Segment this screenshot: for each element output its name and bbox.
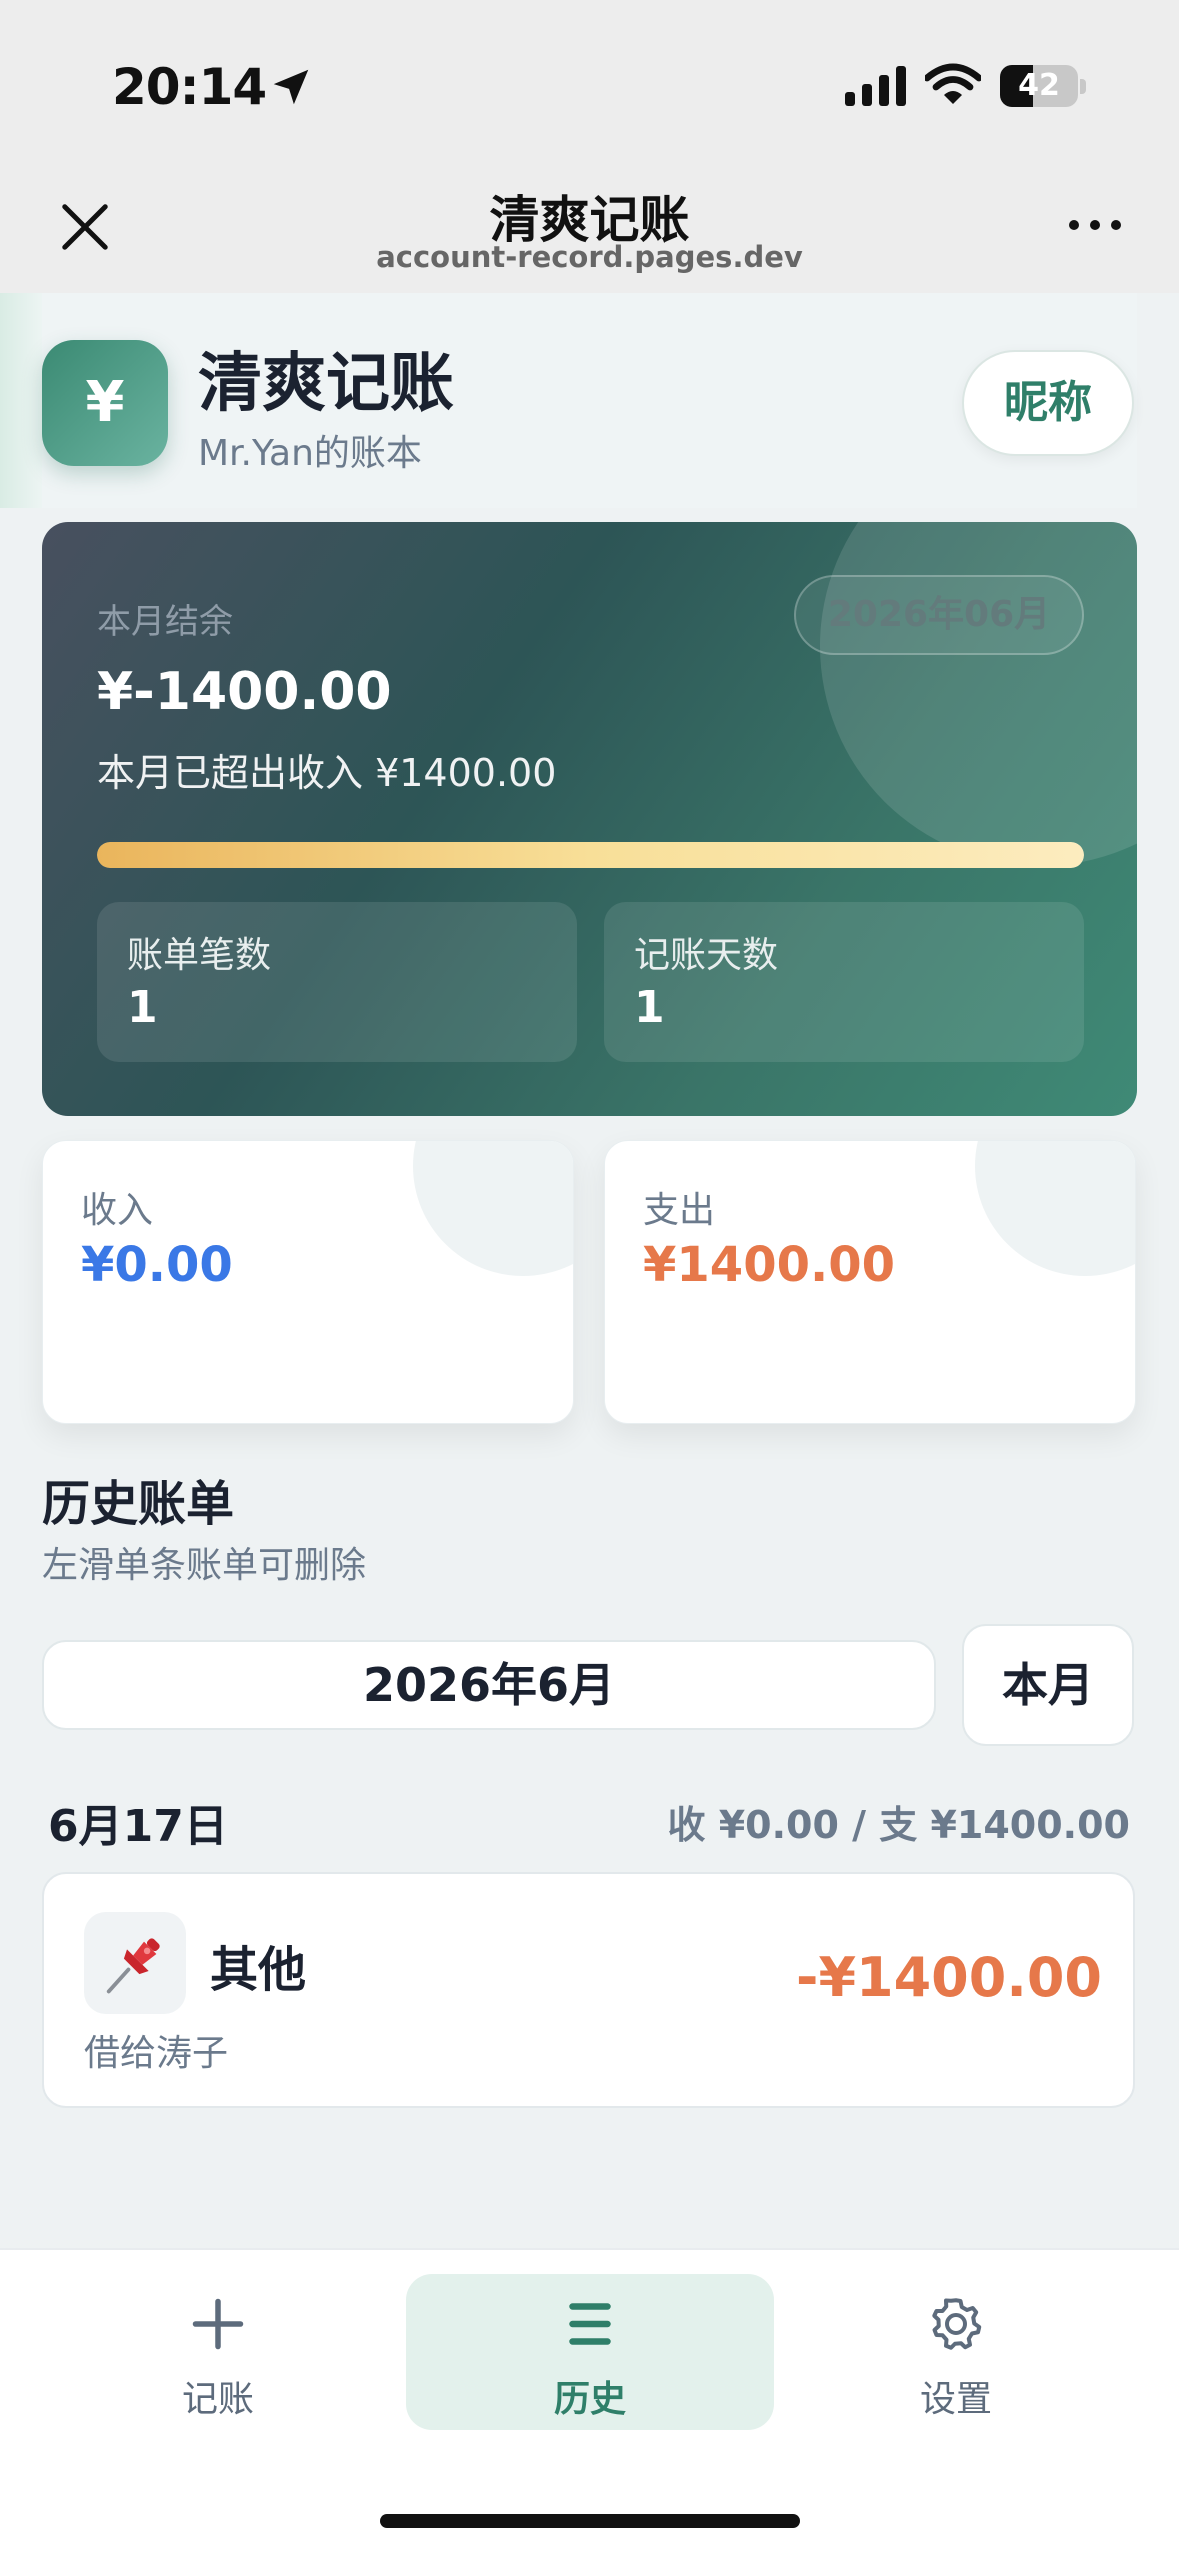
budget-progress-bar [97,842,1084,868]
balance-label: 本月结余 [97,602,233,642]
location-arrow-icon [273,69,309,105]
gear-icon [932,2298,982,2350]
group-summary: 收 ¥0.00 / 支 ¥1400.00 [667,1803,1130,1847]
record-note: 借给涛子 [84,2033,229,2074]
browser-url: account-record.pages.dev [376,240,803,274]
card-decoration [975,1141,1135,1276]
wifi-icon [925,63,981,104]
income-value: ¥0.00 [81,1237,233,1293]
more-icon[interactable] [1066,214,1124,236]
history-title: 历史账单 [42,1476,235,1532]
record-icon-box [84,1912,186,2014]
record-category: 其他 [210,1942,307,1998]
card-decoration [820,522,1137,866]
stat-label: 记账天数 [634,935,779,976]
app-logo: ¥ [42,340,168,466]
plus-icon [192,2298,244,2350]
battery-percent: 42 [1018,68,1060,103]
battery-tip [1080,79,1086,94]
tab-label: 设置 [919,2379,992,2420]
tab-record[interactable]: 记账 [34,2274,402,2430]
income-card: 收入 ¥0.00 [42,1140,574,1424]
home-indicator [380,2514,800,2528]
status-time: 20:14 [112,58,267,116]
balance-note: 本月已超出收入 ¥1400.00 [97,751,557,795]
tab-history[interactable]: 历史 [406,2274,774,2430]
stat-value: 1 [127,982,158,1033]
stat-label: 账单笔数 [127,935,272,976]
this-month-button[interactable]: 本月 [962,1624,1134,1746]
tab-label: 历史 [553,2379,626,2420]
stat-record-days: 记账天数 1 [604,902,1084,1062]
expense-value: ¥1400.00 [643,1237,896,1293]
app-screen: 20:14 42 清爽记账 account-record.pages.dev ¥… [0,0,1179,2556]
stat-bill-count: 账单笔数 1 [97,902,577,1062]
nickname-button[interactable]: 昵称 [962,350,1134,456]
pushpin-icon [106,1938,160,1994]
record-item[interactable]: 其他 借给涛子 -¥1400.00 [42,1872,1135,2108]
expense-label: 支出 [643,1190,716,1231]
history-hint: 左滑单条账单可删除 [42,1545,367,1586]
month-badge[interactable]: 2026年06月 [794,575,1084,655]
balance-amount: ¥-1400.00 [97,662,392,722]
balance-card: 本月结余 2026年06月 ¥-1400.00 本月已超出收入 ¥1400.00… [42,522,1137,1116]
list-icon [569,2303,611,2345]
signal-icon [845,66,906,106]
record-amount: -¥1400.00 [796,1946,1102,2009]
group-date: 6月17日 [48,1801,228,1852]
app-title: 清爽记账 [198,347,454,421]
tab-label: 记账 [181,2379,254,2420]
battery-icon: 42 [1000,65,1078,107]
header-accent [0,293,45,508]
expense-card: 支出 ¥1400.00 [604,1140,1136,1424]
budget-progress-fill [97,842,1084,868]
stat-value: 1 [634,982,665,1033]
income-label: 收入 [81,1190,154,1231]
tab-settings[interactable]: 设置 [772,2274,1140,2430]
card-decoration [413,1141,573,1276]
status-bar: 20:14 42 [0,0,1179,170]
app-subtitle: Mr.Yan的账本 [198,433,422,474]
month-selector[interactable]: 2026年6月 [42,1640,936,1730]
